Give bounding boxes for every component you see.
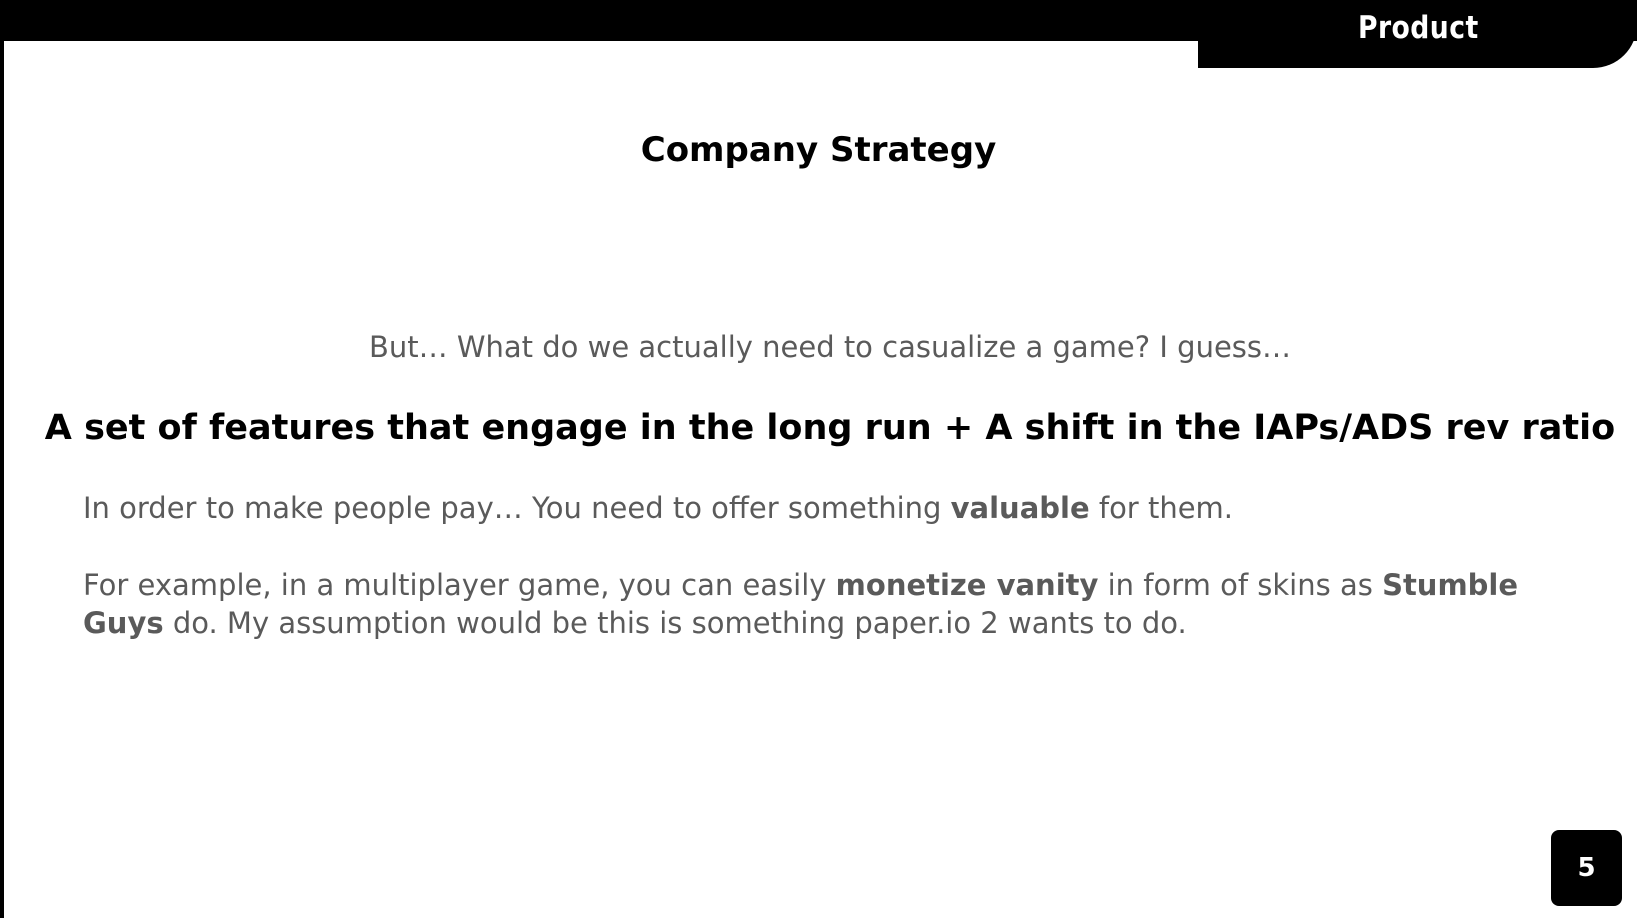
key-statement: A set of features that engage in the lon… xyxy=(44,408,1616,448)
page-number-badge: 5 xyxy=(1551,830,1622,906)
paragraph-text: in form of skins as xyxy=(1098,568,1383,602)
page-number: 5 xyxy=(1577,853,1596,883)
paragraph-valuable: In order to make people pay… You need to… xyxy=(83,489,1563,527)
paragraph-text: In order to make people pay… You need to… xyxy=(83,491,951,525)
section-label: Product xyxy=(1358,10,1479,46)
paragraph-text: for them. xyxy=(1089,491,1234,525)
slide-title: Company Strategy xyxy=(640,130,997,170)
paragraph-text: For example, in a multiplayer game, you … xyxy=(83,568,836,602)
emphasis-monetize-vanity: monetize vanity xyxy=(835,568,1099,602)
paragraph-text: do. My assumption would be this is somet… xyxy=(163,606,1187,640)
emphasis-valuable: valuable xyxy=(950,491,1090,525)
lead-question: But… What do we actually need to casuali… xyxy=(368,330,1292,364)
paragraph-example: For example, in a multiplayer game, you … xyxy=(83,566,1563,642)
slide: Product Company Strategy But… What do we… xyxy=(0,0,1637,918)
